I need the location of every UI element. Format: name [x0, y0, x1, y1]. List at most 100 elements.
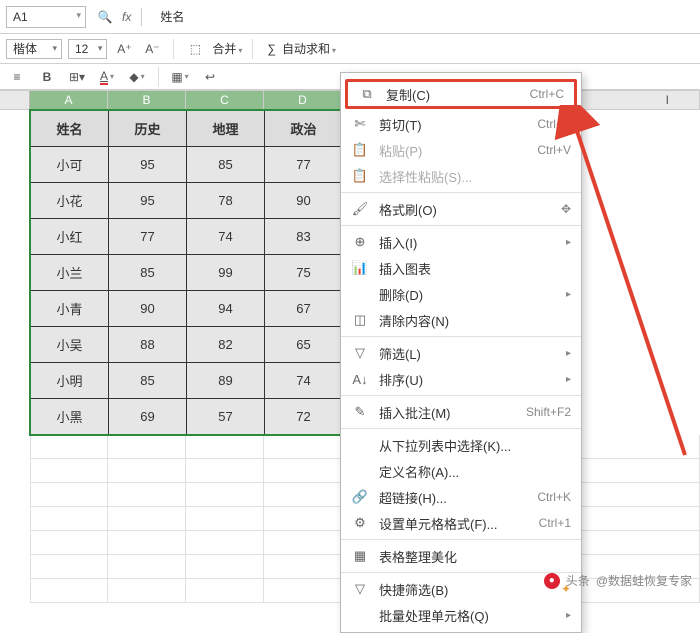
name-box[interactable]: A1 ▾ — [6, 6, 86, 28]
scissors-icon: ✄ — [351, 116, 369, 132]
menu-label: 表格整理美化 — [379, 547, 571, 566]
cell[interactable]: 65 — [265, 327, 343, 363]
cell[interactable]: 72 — [265, 399, 343, 435]
cell[interactable]: 小青 — [31, 291, 109, 327]
menu-shortcut: Ctrl+V — [537, 143, 571, 157]
hdr-cell[interactable]: 历史 — [109, 111, 187, 147]
menu-shortcut: Ctrl+K — [537, 490, 571, 504]
cell[interactable]: 74 — [265, 363, 343, 399]
cell[interactable]: 74 — [187, 219, 265, 255]
cell[interactable]: 67 — [265, 291, 343, 327]
hdr-cell[interactable]: 地理 — [187, 111, 265, 147]
font-size-select[interactable]: 12▾ — [68, 39, 107, 59]
cell[interactable]: 77 — [265, 147, 343, 183]
cell[interactable]: 小明 — [31, 363, 109, 399]
cell[interactable]: 85 — [109, 255, 187, 291]
cell[interactable]: 小兰 — [31, 255, 109, 291]
merge-cells-icon[interactable]: ⬚ — [184, 39, 206, 59]
menu-table-beautify[interactable]: ▦ 表格整理美化 — [341, 543, 581, 569]
cell[interactable]: 78 — [187, 183, 265, 219]
sigma-icon: ∑ — [267, 42, 276, 56]
menu-paste[interactable]: 📋 粘贴(P) Ctrl+V — [341, 137, 581, 163]
hdr-cell[interactable]: 政治 — [265, 111, 343, 147]
menu-label: 快捷筛选(B) — [379, 580, 551, 599]
format-icon[interactable]: ⊞▾ — [66, 67, 88, 87]
cell[interactable]: 85 — [109, 363, 187, 399]
autosum-button[interactable]: ∑ 自动求和 — [263, 40, 340, 57]
cell[interactable]: 85 — [187, 147, 265, 183]
menu-clear[interactable]: ◫ 清除内容(N) — [341, 307, 581, 333]
table-row: 姓名 历史 地理 政治 — [31, 111, 343, 147]
menu-insert-chart[interactable]: 📊 插入图表 — [341, 255, 581, 281]
cell[interactable]: 90 — [109, 291, 187, 327]
cell[interactable]: 小红 — [31, 219, 109, 255]
increase-font-icon[interactable]: A⁺ — [113, 39, 135, 59]
cell[interactable]: 69 — [109, 399, 187, 435]
fill-color-icon[interactable]: ◆ — [126, 67, 148, 87]
table-row: 小可958577 — [31, 147, 343, 183]
cell[interactable]: 小可 — [31, 147, 109, 183]
cell[interactable]: 57 — [187, 399, 265, 435]
align-icon[interactable]: ≡ — [6, 67, 28, 87]
cell[interactable]: 95 — [109, 147, 187, 183]
fx-label[interactable]: fx — [122, 10, 131, 24]
menu-label: 插入批注(M) — [379, 403, 516, 422]
menu-label: 剪切(T) — [379, 115, 527, 134]
col-header[interactable]: B — [108, 91, 186, 109]
font-size-value: 12 — [75, 42, 88, 56]
menu-shortcut: Ctrl+X — [537, 117, 571, 131]
menu-paste-special[interactable]: 📋 选择性粘贴(S)... — [341, 163, 581, 189]
menu-delete[interactable]: 删除(D) ▸ — [341, 281, 581, 307]
cell[interactable]: 83 — [265, 219, 343, 255]
cell[interactable]: 77 — [109, 219, 187, 255]
menu-filter[interactable]: ▽ 筛选(L) ▸ — [341, 340, 581, 366]
col-header[interactable]: D — [264, 91, 342, 109]
cell[interactable]: 小花 — [31, 183, 109, 219]
selection-range[interactable]: 姓名 历史 地理 政治 小可958577 小花957890 小红777483 小… — [30, 110, 343, 435]
fx-area: 🔍 fx — [94, 7, 146, 27]
menu-format-cells[interactable]: ⚙ 设置单元格格式(F)... Ctrl+1 — [341, 510, 581, 536]
select-all-corner[interactable] — [0, 91, 30, 109]
font-family-select[interactable]: 楷体▾ — [6, 39, 62, 59]
menu-copy[interactable]: ⧉ 复制(C) Ctrl+C — [345, 79, 577, 109]
cell[interactable]: 94 — [187, 291, 265, 327]
menu-hyperlink[interactable]: 🔗 超链接(H)... Ctrl+K — [341, 484, 581, 510]
menu-dropdown-select[interactable]: 从下拉列表中选择(K)... — [341, 432, 581, 458]
cell[interactable]: 88 — [109, 327, 187, 363]
chart-icon: 📊 — [351, 260, 369, 276]
col-header[interactable]: C — [186, 91, 264, 109]
menu-define-name[interactable]: 定义名称(A)... — [341, 458, 581, 484]
cell[interactable]: 90 — [265, 183, 343, 219]
col-header[interactable]: A — [30, 91, 108, 109]
chevron-right-icon: ▸ — [566, 237, 571, 248]
decrease-font-icon[interactable]: A⁻ — [141, 39, 163, 59]
cell[interactable]: 95 — [109, 183, 187, 219]
cell[interactable]: 99 — [187, 255, 265, 291]
menu-insert-comment[interactable]: ✎ 插入批注(M) Shift+F2 — [341, 399, 581, 425]
watermark: ● 头条 @数据蛙恢复专家 — [544, 572, 692, 589]
formula-input[interactable]: 姓名 — [154, 6, 694, 28]
cell[interactable]: 89 — [187, 363, 265, 399]
merge-cells-button[interactable]: 合并 — [212, 40, 242, 57]
cell[interactable]: 75 — [265, 255, 343, 291]
cell[interactable]: 小黑 — [31, 399, 109, 435]
wrap-icon[interactable]: ↩ — [199, 67, 221, 87]
sort-icon: A↓ — [351, 372, 369, 387]
formula-value: 姓名 — [160, 8, 184, 25]
funnel-icon: ▽ — [351, 345, 369, 361]
menu-sort[interactable]: A↓ 排序(U) ▸ — [341, 366, 581, 392]
autosum-label: 自动求和 — [282, 40, 336, 57]
cell[interactable]: 82 — [187, 327, 265, 363]
menu-label: 选择性粘贴(S)... — [379, 167, 571, 186]
menu-batch-cells[interactable]: 批量处理单元格(Q) ▸ — [341, 602, 581, 628]
cell[interactable]: 小吴 — [31, 327, 109, 363]
borders-icon[interactable]: ▦ — [169, 67, 191, 87]
search-icon[interactable]: 🔍 — [94, 7, 116, 27]
bold-icon[interactable]: B — [36, 67, 58, 87]
font-color-icon[interactable]: A — [96, 67, 118, 87]
menu-format-painter[interactable]: 🖌 格式刷(O) ✥ — [341, 196, 581, 222]
menu-insert[interactable]: ⊕ 插入(I) ▸ — [341, 229, 581, 255]
menu-cut[interactable]: ✄ 剪切(T) Ctrl+X — [341, 111, 581, 137]
hdr-cell[interactable]: 姓名 — [31, 111, 109, 147]
watermark-prefix: 头条 — [566, 572, 590, 589]
